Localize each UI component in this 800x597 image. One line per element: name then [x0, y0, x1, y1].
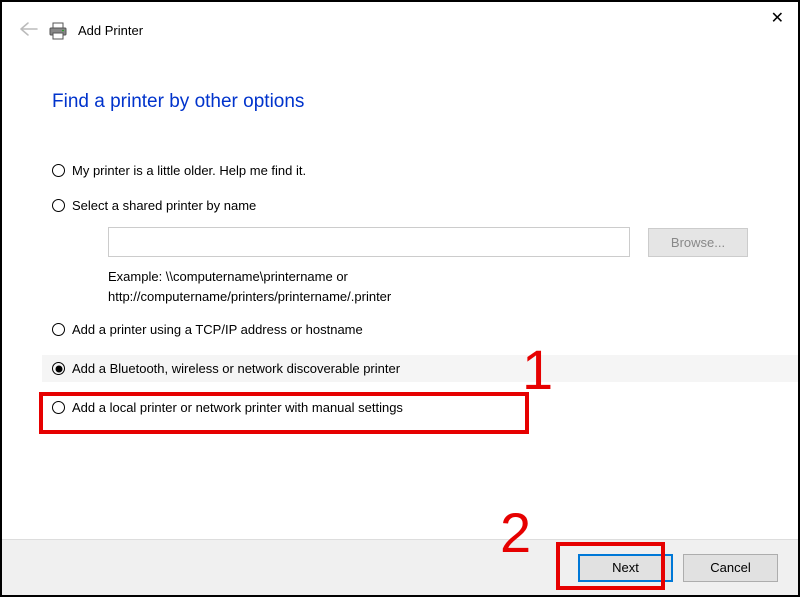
radio-icon[interactable]	[52, 323, 65, 336]
dialog-title: Add Printer	[78, 23, 143, 38]
option-label: Add a Bluetooth, wireless or network dis…	[72, 361, 400, 376]
page-heading: Find a printer by other options	[52, 91, 748, 113]
option-label: Add a printer using a TCP/IP address or …	[72, 322, 363, 337]
dialog-window: ✕ Add Printer Find a printer by other op…	[0, 0, 800, 597]
cancel-button[interactable]: Cancel	[683, 554, 778, 582]
radio-icon[interactable]	[52, 164, 65, 177]
close-icon[interactable]: ✕	[771, 8, 784, 28]
printer-icon	[48, 22, 68, 40]
option-bluetooth-printer[interactable]: Add a Bluetooth, wireless or network dis…	[42, 355, 798, 382]
next-button[interactable]: Next	[578, 554, 673, 582]
example-text: Example: \\computername\printername or h…	[108, 267, 748, 306]
back-arrow-icon[interactable]	[20, 20, 38, 41]
option-label: Add a local printer or network printer w…	[72, 400, 403, 415]
browse-button[interactable]: Browse...	[648, 228, 748, 257]
option-tcpip-printer[interactable]: Add a printer using a TCP/IP address or …	[52, 320, 748, 339]
dialog-header: Add Printer	[2, 2, 798, 51]
option-older-printer[interactable]: My printer is a little older. Help me fi…	[52, 161, 748, 180]
radio-icon[interactable]	[52, 401, 65, 414]
example-line-2: http://computername/printers/printername…	[108, 287, 748, 307]
printer-name-input[interactable]	[108, 227, 630, 257]
option-label: My printer is a little older. Help me fi…	[72, 163, 306, 178]
option-shared-printer[interactable]: Select a shared printer by name	[52, 196, 748, 215]
radio-icon[interactable]	[52, 362, 65, 375]
dialog-footer: Next Cancel	[2, 539, 798, 595]
radio-icon[interactable]	[52, 199, 65, 212]
dialog-content: Find a printer by other options My print…	[2, 91, 798, 417]
example-line-1: Example: \\computername\printername or	[108, 267, 748, 287]
option-local-printer[interactable]: Add a local printer or network printer w…	[52, 398, 748, 417]
option-label: Select a shared printer by name	[72, 198, 256, 213]
shared-printer-input-group: Browse... Example: \\computername\printe…	[108, 227, 748, 306]
